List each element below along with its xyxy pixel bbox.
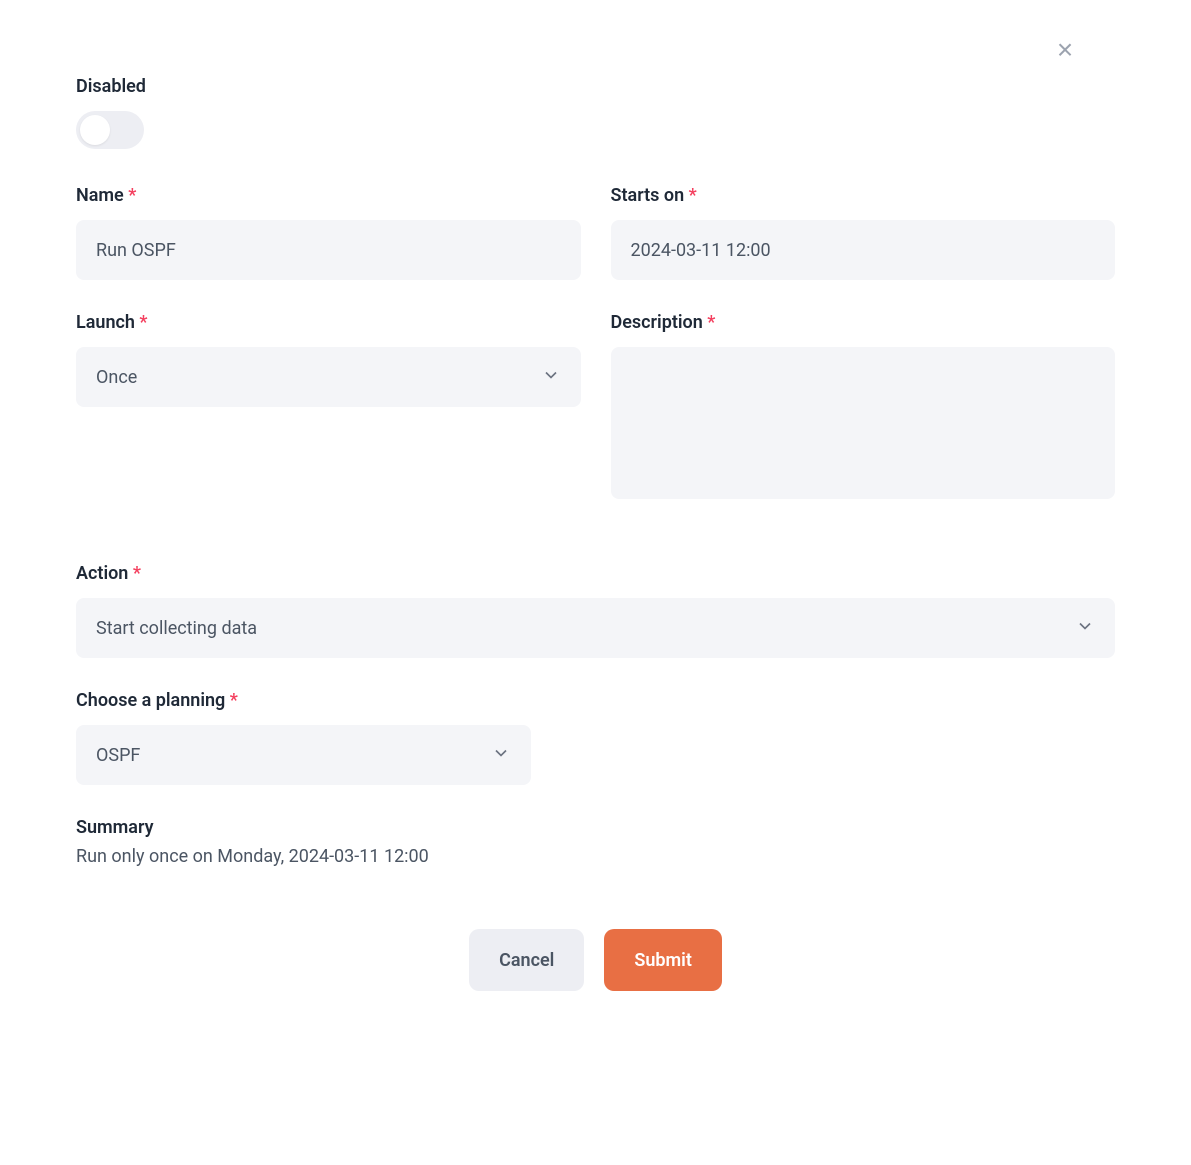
close-icon: ×: [1057, 34, 1073, 65]
summary-group: Summary Run only once on Monday, 2024-03…: [76, 817, 1115, 867]
name-label-text: Name: [76, 185, 124, 206]
launch-label: Launch *: [76, 312, 581, 333]
cancel-button[interactable]: Cancel: [469, 929, 584, 991]
planning-select-value: OSPF: [96, 745, 140, 766]
name-label: Name *: [76, 185, 581, 206]
description-group: Description *: [611, 312, 1116, 503]
summary-label: Summary: [76, 817, 1115, 838]
description-label: Description *: [611, 312, 1116, 333]
launch-group: Launch * Once: [76, 312, 581, 503]
starts-on-input[interactable]: [611, 220, 1116, 280]
action-label-text: Action: [76, 563, 128, 584]
starts-on-label-text: Starts on: [611, 185, 685, 206]
name-required: *: [128, 185, 136, 206]
planning-select[interactable]: OSPF: [76, 725, 531, 785]
planning-label: Choose a planning *: [76, 690, 1115, 711]
planning-group: Choose a planning * OSPF: [76, 690, 1115, 785]
action-required: *: [133, 563, 141, 584]
starts-on-required: *: [689, 185, 697, 206]
close-button[interactable]: ×: [1053, 36, 1077, 60]
action-select-value: Start collecting data: [96, 618, 257, 639]
footer-buttons: Cancel Submit: [76, 929, 1115, 991]
chevron-down-icon: [1075, 616, 1095, 641]
launch-select[interactable]: Once: [76, 347, 581, 407]
action-group: Action * Start collecting data: [76, 563, 1115, 658]
form-container: Disabled Name * Starts on * Launch *: [0, 0, 1191, 991]
disabled-label: Disabled: [76, 76, 1115, 97]
description-label-text: Description: [611, 312, 703, 333]
row-launch-description: Launch * Once Description *: [76, 312, 1115, 535]
starts-on-label: Starts on *: [611, 185, 1116, 206]
chevron-down-icon: [541, 365, 561, 390]
planning-required: *: [230, 690, 238, 711]
action-select[interactable]: Start collecting data: [76, 598, 1115, 658]
planning-label-text: Choose a planning: [76, 690, 225, 711]
starts-on-group: Starts on *: [611, 185, 1116, 280]
disabled-toggle[interactable]: [76, 111, 144, 149]
description-textarea[interactable]: [611, 347, 1116, 499]
disabled-group: Disabled: [76, 76, 1115, 153]
action-label: Action *: [76, 563, 1115, 584]
summary-text: Run only once on Monday, 2024-03-11 12:0…: [76, 846, 1115, 867]
name-input[interactable]: [76, 220, 581, 280]
launch-select-value: Once: [96, 367, 137, 388]
chevron-down-icon: [491, 743, 511, 768]
launch-required: *: [139, 312, 147, 333]
name-group: Name *: [76, 185, 581, 280]
launch-label-text: Launch: [76, 312, 135, 333]
description-required: *: [707, 312, 715, 333]
submit-button[interactable]: Submit: [604, 929, 722, 991]
row-name-starts: Name * Starts on *: [76, 185, 1115, 312]
